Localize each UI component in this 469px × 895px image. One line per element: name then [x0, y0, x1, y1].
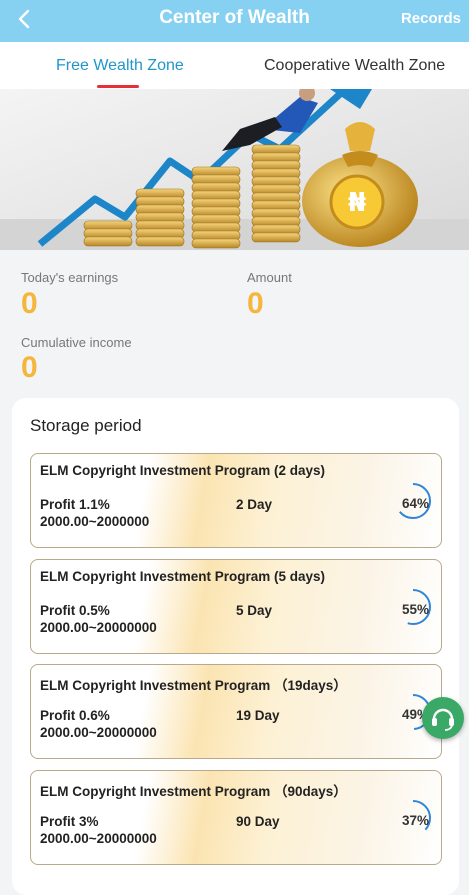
program-name: ELM Copyright Investment Program （19days… [40, 678, 347, 693]
program-name: ELM Copyright Investment Program （90days… [40, 784, 347, 799]
header-bar: Center of Wealth Records [0, 0, 469, 42]
program-card-19-days[interactable]: ELM Copyright Investment Program （19days… [30, 664, 442, 759]
program-profit: Profit 0.5% [40, 603, 110, 618]
earnings-summary: Today's earnings 0 Amount 0 Cumulative i… [0, 250, 469, 398]
program-name: ELM Copyright Investment Program (2 days… [40, 463, 326, 478]
tab-free-wealth-zone[interactable]: Free Wealth Zone [56, 57, 184, 75]
zone-tabs: Free Wealth Zone Cooperative Wealth Zone [0, 42, 469, 89]
progress-percent: 55% [401, 602, 429, 617]
program-range: 2000.00~2000000 [40, 514, 150, 529]
page-title: Center of Wealth [159, 7, 310, 28]
amount-value: 0 [247, 287, 264, 320]
customer-support-button[interactable] [422, 697, 464, 739]
wealth-banner-image: ₦ [0, 89, 469, 250]
program-range: 2000.00~20000000 [40, 620, 157, 635]
storage-period-panel: Storage period ELM Copyright Investment … [12, 398, 459, 895]
program-card-5-days[interactable]: ELM Copyright Investment Program (5 days… [30, 559, 442, 654]
program-card-90-days[interactable]: ELM Copyright Investment Program （90days… [30, 770, 442, 865]
todays-earnings-label: Today's earnings [21, 270, 119, 285]
program-profit: Profit 0.6% [40, 708, 110, 723]
todays-earnings-value: 0 [21, 287, 38, 320]
program-card-2-days[interactable]: ELM Copyright Investment Program (2 days… [30, 453, 442, 548]
program-range: 2000.00~20000000 [40, 725, 157, 740]
program-profit: Profit 3% [40, 814, 99, 829]
progress-percent: 64% [401, 496, 429, 511]
active-tab-indicator [97, 85, 139, 88]
naira-icon: ₦ [348, 188, 366, 218]
program-days: 2 Day [236, 497, 273, 512]
program-profit: Profit 1.1% [40, 497, 110, 512]
program-days: 19 Day [236, 708, 280, 723]
customer-support-icon [432, 708, 454, 731]
records-link[interactable]: Records [401, 10, 461, 27]
tab-cooperative-wealth-zone[interactable]: Cooperative Wealth Zone [264, 57, 445, 75]
progress-percent: 37% [401, 813, 429, 828]
amount-label: Amount [247, 270, 292, 285]
cumulative-income-label: Cumulative income [21, 335, 132, 350]
program-days: 90 Day [236, 814, 280, 829]
cumulative-income-value: 0 [21, 351, 38, 384]
program-range: 2000.00~20000000 [40, 831, 157, 846]
storage-period-title: Storage period [30, 416, 142, 435]
program-days: 5 Day [236, 603, 273, 618]
program-name: ELM Copyright Investment Program (5 days… [40, 569, 326, 584]
